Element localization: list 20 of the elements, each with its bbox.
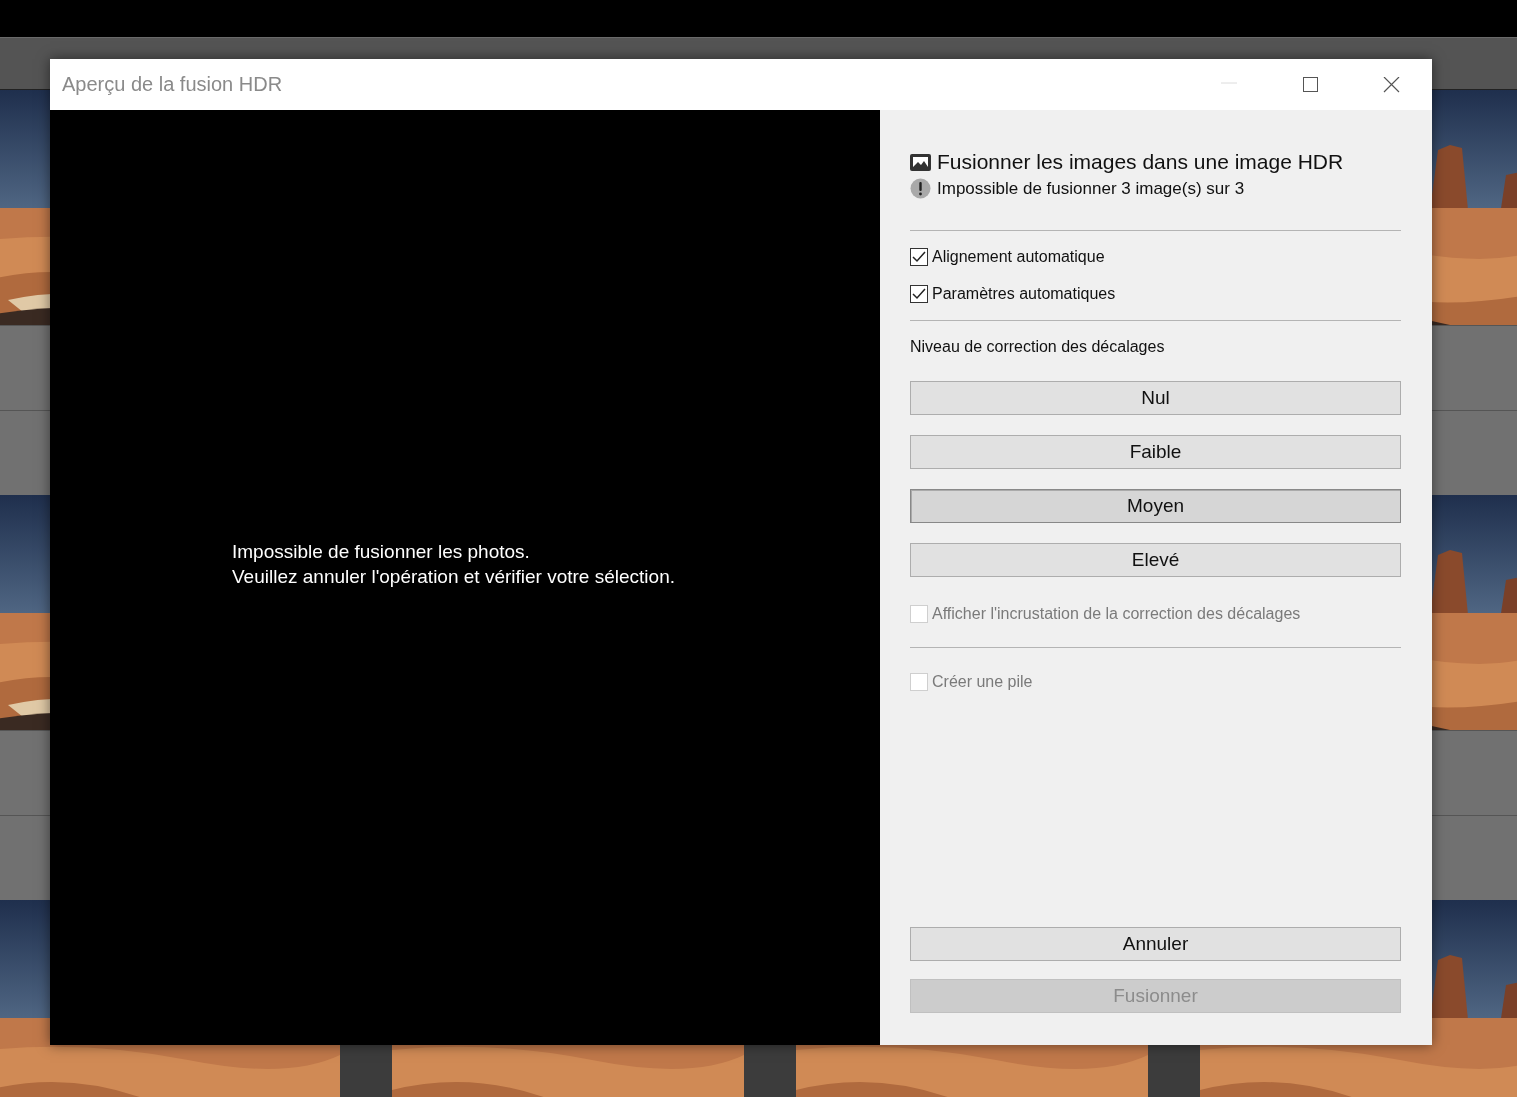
checkbox-label: Afficher l'incrustation de la correction des décalages (932, 605, 1301, 623)
level-button[interactable]: Elevé (910, 543, 1401, 577)
close-icon[interactable] (1383, 76, 1400, 93)
checkbox[interactable] (910, 285, 928, 303)
checkbox-label: Créer une pile (932, 673, 1033, 691)
maximize-icon[interactable] (1302, 76, 1319, 93)
checkbox-label: Paramètres automatiques (932, 285, 1116, 303)
checkbox-label: Alignement automatique (932, 248, 1105, 266)
image-icon (910, 153, 931, 171)
error-message: Impossible de fusionner les photos. Veuillez annuler l'opération et vérifier votre sélection. (232, 539, 676, 589)
window-title: Aperçu de la fusion HDR (62, 73, 284, 96)
level-button[interactable]: Faible (910, 435, 1401, 469)
warning-text: Impossible de fusionner 3 image(s) sur 3 (937, 178, 1245, 199)
action-button[interactable]: Annuler (910, 927, 1401, 961)
checkbox[interactable] (910, 248, 928, 266)
level-button[interactable]: Moyen (910, 489, 1401, 523)
section-label: Niveau de correction des décalages (910, 338, 1166, 356)
panel-heading: Fusionner les images dans une image HDR (937, 150, 1344, 174)
level-button[interactable]: Nul (910, 381, 1401, 415)
warning-icon (910, 178, 931, 199)
